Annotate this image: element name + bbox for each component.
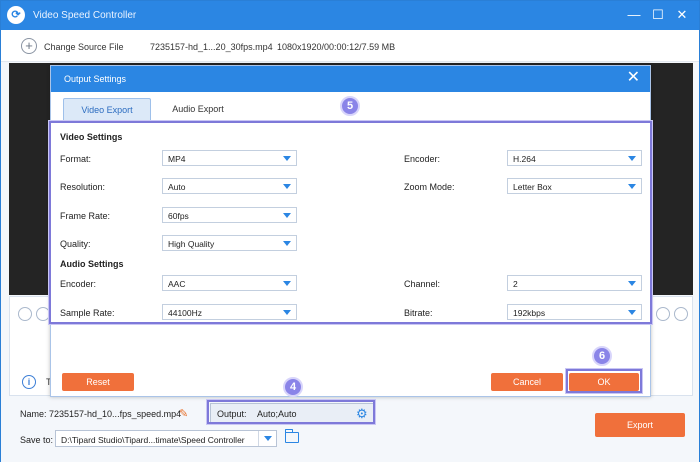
edit-pencil-icon[interactable]: ✎ xyxy=(179,408,191,420)
settings-highlight-frame xyxy=(49,121,652,324)
play-control-icon[interactable] xyxy=(18,307,32,321)
step-5-badge: 5 xyxy=(340,96,360,116)
save-to-label: Save to: xyxy=(20,435,54,445)
window-close-icon[interactable]: ✕ xyxy=(673,6,691,24)
step-4-badge: 4 xyxy=(283,377,303,397)
plus-circle-icon[interactable]: + xyxy=(21,38,37,54)
reset-button[interactable]: Reset xyxy=(62,373,134,391)
ok-highlight-frame xyxy=(566,369,642,393)
app-title: Video Speed Controller xyxy=(33,10,137,21)
app-logo-icon: ⟳ xyxy=(7,6,25,24)
info-icon: i xyxy=(22,375,36,389)
output-name-value: 7235157-hd_10...fps_speed.mp4 xyxy=(49,409,182,419)
save-to-select[interactable]: D:\Tipard Studio\Tipard...timate\Speed C… xyxy=(55,430,277,447)
export-button[interactable]: Export xyxy=(595,413,685,437)
stop-control-icon[interactable] xyxy=(36,307,50,321)
dialog-header: Output Settings ✕ xyxy=(51,66,650,92)
chevron-down-icon xyxy=(264,436,272,441)
name-label: Name: xyxy=(20,409,47,419)
dialog-close-icon[interactable]: ✕ xyxy=(627,70,640,86)
save-to-path: D:\Tipard Studio\Tipard...timate\Speed C… xyxy=(61,435,245,445)
snapshot-control-icon[interactable] xyxy=(674,307,688,321)
volume-control-icon[interactable] xyxy=(656,307,670,321)
title-bar: ⟳ Video Speed Controller — ☐ ✕ xyxy=(1,1,699,30)
change-source-button[interactable]: Change Source File xyxy=(44,42,124,52)
minimize-icon[interactable]: — xyxy=(625,6,643,24)
tab-audio-export[interactable]: Audio Export xyxy=(157,98,239,120)
source-file-name: 7235157-hd_1...20_30fps.mp4 xyxy=(150,42,273,52)
step-6-badge: 6 xyxy=(592,346,612,366)
dialog-title: Output Settings xyxy=(64,74,127,84)
save-to-dropdown-arrow[interactable] xyxy=(258,431,276,446)
toolbar: + Change Source File 7235157-hd_1...20_3… xyxy=(1,30,699,62)
output-highlight-frame xyxy=(207,400,375,424)
maximize-icon[interactable]: ☐ xyxy=(649,6,667,24)
folder-icon[interactable] xyxy=(285,429,299,443)
source-file-info: 1080x1920/00:00:12/7.59 MB xyxy=(277,42,396,52)
tab-video-export[interactable]: Video Export xyxy=(63,98,151,120)
cancel-button[interactable]: Cancel xyxy=(491,373,563,391)
